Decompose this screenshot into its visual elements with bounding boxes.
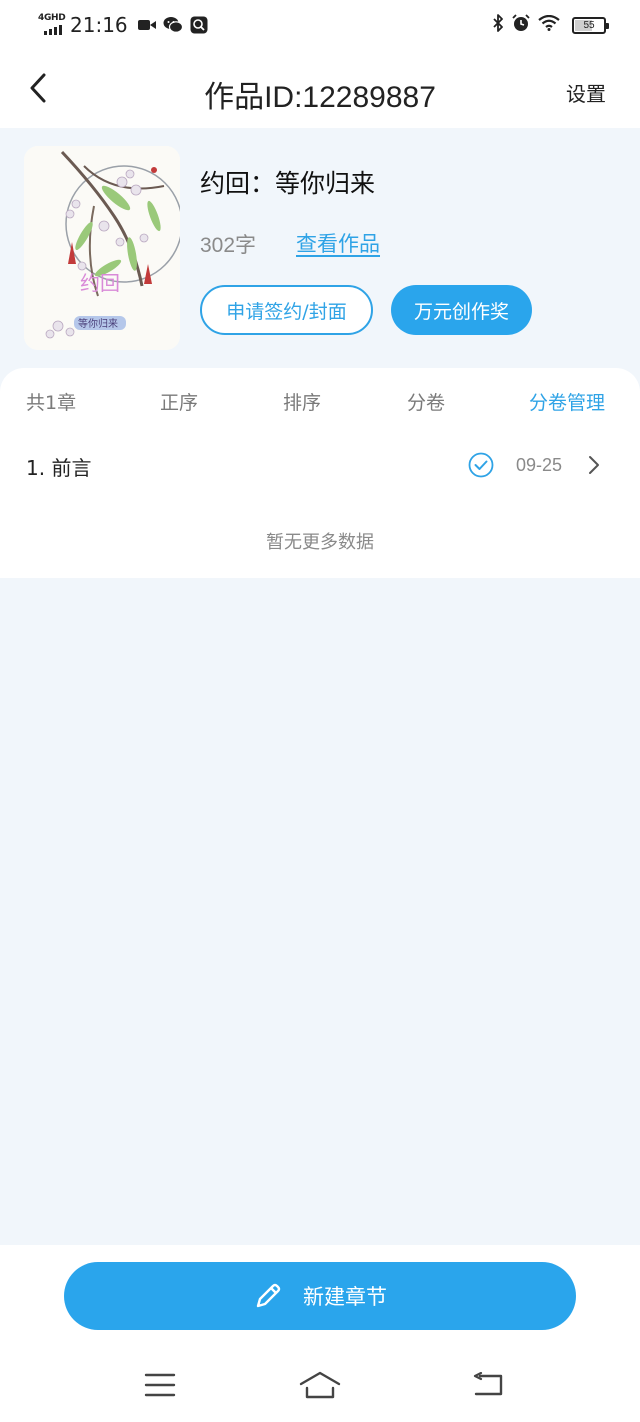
list-item[interactable]: 1. 前言 09-25 <box>0 438 640 496</box>
back-icon <box>473 1372 503 1396</box>
svg-text:等你归来: 等你归来 <box>78 317 118 330</box>
battery-icon: 55 <box>572 16 609 34</box>
signal-icon: 4GHD <box>38 12 66 38</box>
new-chapter-button[interactable]: 新建章节 <box>64 1262 576 1330</box>
chapter-date: 09-25 <box>516 455 563 475</box>
tab-ascending[interactable]: 正序 <box>160 388 198 415</box>
apply-contract-button[interactable]: 申请签约/封面 <box>200 285 373 335</box>
home-icon <box>299 1371 341 1399</box>
chevron-right-icon <box>588 454 600 480</box>
menu-button[interactable] <box>130 1367 190 1403</box>
new-chapter-label: 新建章节 <box>303 1285 387 1309</box>
network-label: 4GHD <box>38 13 66 23</box>
video-icon <box>137 18 156 32</box>
chevron-left-icon <box>30 73 46 103</box>
home-button[interactable] <box>290 1367 350 1403</box>
view-work-link[interactable]: 查看作品 <box>296 228 380 258</box>
bottom-area: 新建章节 <box>0 1245 640 1422</box>
search-app-icon <box>190 16 208 34</box>
word-count: 302字 <box>200 234 257 257</box>
chapter-tabs: 共1章 正序 排序 分卷 分卷管理 <box>0 368 640 432</box>
svg-text:约回: 约回 <box>80 271 120 295</box>
system-nav-bar <box>0 1359 640 1409</box>
pencil-icon <box>256 1283 281 1308</box>
tab-volume[interactable]: 分卷 <box>407 388 445 415</box>
page-title: 作品ID:12289887 <box>204 81 436 114</box>
work-title: 约回：等你归来 <box>200 169 376 198</box>
status-right: 55 <box>492 12 609 38</box>
bluetooth-icon <box>492 14 504 36</box>
tab-sort[interactable]: 排序 <box>283 388 321 415</box>
tab-volume-management[interactable]: 分卷管理 <box>529 388 605 415</box>
status-bar: 4GHD 21:16 55 <box>0 0 640 50</box>
no-more-data-text: 暂无更多数据 <box>266 532 374 553</box>
chapter-title: 1. 前言 <box>26 456 92 480</box>
tab-chapter-count: 共1章 <box>26 392 77 414</box>
alarm-icon <box>512 14 530 36</box>
wifi-icon <box>538 14 560 35</box>
back-button[interactable] <box>18 68 58 108</box>
settings-button[interactable]: 设置 <box>566 78 606 107</box>
header: 作品ID:12289887 设置 <box>0 50 640 128</box>
battery-level: 55 <box>583 19 595 31</box>
check-circle-icon <box>468 452 494 482</box>
menu-icon <box>144 1373 176 1397</box>
system-back-button[interactable] <box>458 1367 518 1403</box>
status-left: 4GHD 21:16 <box>38 10 215 40</box>
chapter-panel: 共1章 正序 排序 分卷 分卷管理 1. 前言 09-25 暂无更多数据 <box>0 368 640 578</box>
work-cover-image[interactable]: 约回 等你归来 <box>24 146 180 350</box>
creation-award-button[interactable]: 万元创作奖 <box>391 285 532 335</box>
status-time: 21:16 <box>70 13 128 37</box>
work-info: 约回 等你归来 约回：等你归来 302字 查看作品 申请签约/封面 万元创作奖 <box>0 128 640 368</box>
wechat-icon <box>163 16 183 34</box>
